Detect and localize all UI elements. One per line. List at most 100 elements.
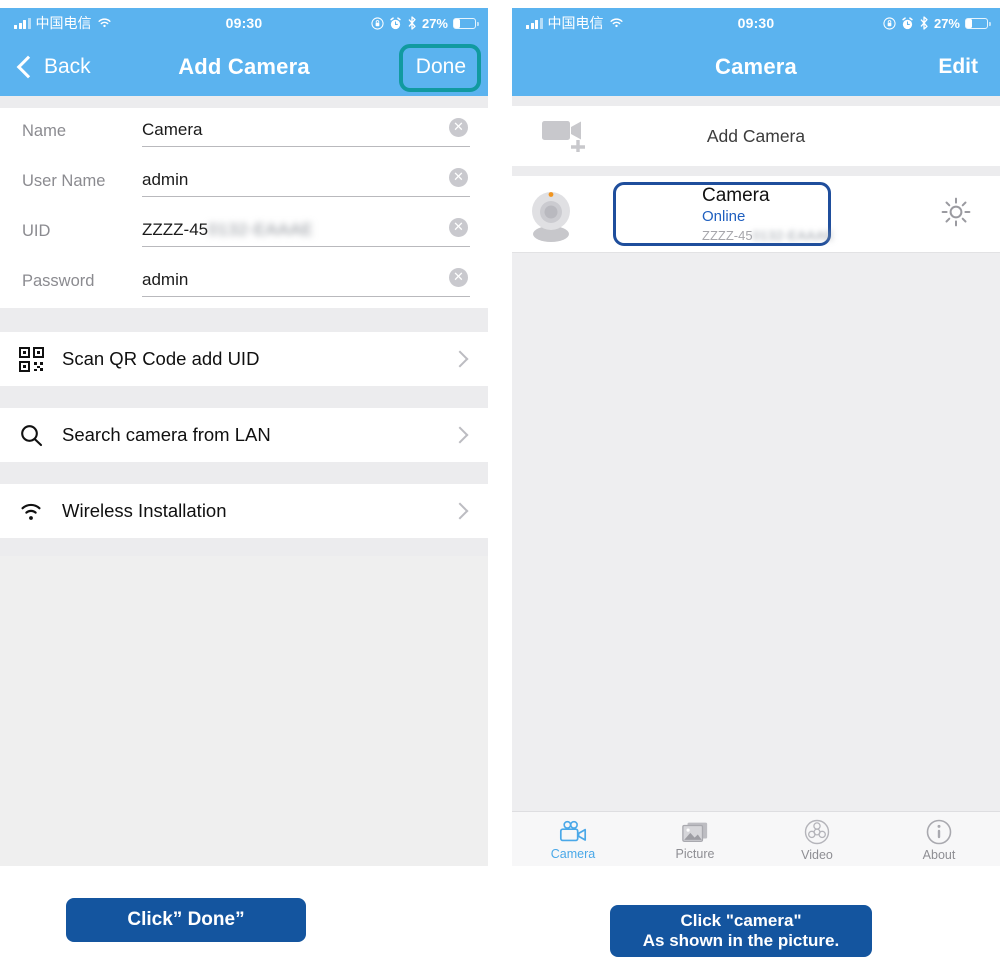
section-spacer	[0, 462, 488, 484]
camera-uid-label: ZZZZ-450132-EAAAE	[702, 227, 835, 244]
battery-percent-label: 27%	[421, 15, 448, 31]
menu-item-label: Search camera from LAN	[62, 424, 271, 445]
add-camera-row[interactable]: Add Camera	[512, 106, 1000, 166]
camera-uid-blurred-part: 0132-EAAAE	[752, 227, 835, 243]
section-spacer	[0, 308, 488, 332]
page-title: Camera	[715, 54, 797, 79]
wifi-icon	[0, 500, 62, 522]
form-row-password: Password admin ✕	[0, 258, 488, 308]
tab-label: Camera	[550, 846, 596, 861]
info-icon	[926, 819, 952, 844]
battery-percent-label: 27%	[933, 15, 960, 31]
tab-picture[interactable]: Picture	[634, 812, 756, 866]
section-spacer	[512, 96, 1000, 106]
section-spacer	[0, 386, 488, 408]
screenshot-stage: 中国电信 09:30 27% Back Add Camera Done Name…	[0, 0, 1000, 975]
camera-info: Camera Online ZZZZ-450132-EAAAE	[590, 185, 834, 244]
name-input[interactable]: Camera	[142, 108, 470, 140]
bluetooth-icon	[920, 16, 928, 30]
callout-right-line1: Click "camera"	[680, 910, 802, 930]
left-nav-bar: Back Add Camera Done	[0, 38, 488, 96]
battery-icon	[965, 17, 991, 29]
alarm-clock-icon	[390, 16, 401, 29]
section-spacer	[0, 96, 488, 108]
callout-click-done: Click” Done”	[66, 898, 306, 942]
rotation-lock-icon	[371, 16, 384, 30]
done-button[interactable]: Done	[416, 38, 488, 96]
webcam-icon	[512, 185, 590, 243]
password-field-label: Password	[22, 272, 95, 290]
status-bar-right-group: 27%	[883, 8, 991, 38]
status-bar-right-group: 27%	[371, 8, 479, 38]
battery-icon	[453, 17, 479, 29]
camera-form: Name Camera ✕ User Name admin ✕ UID ZZZZ…	[0, 108, 488, 308]
tab-video[interactable]: Video	[756, 812, 878, 866]
tab-label: Video	[801, 847, 833, 862]
done-button-label: Done	[415, 55, 466, 78]
camera-uid-visible-part: ZZZZ-45	[702, 227, 753, 243]
menu-item-label: Wireless Installation	[62, 500, 227, 521]
callout-click-camera: Click "camera" As shown in the picture.	[610, 905, 872, 957]
tab-about[interactable]: About	[878, 812, 1000, 866]
status-bar-left: 中国电信 09:30 27%	[0, 8, 488, 38]
clear-circle-icon[interactable]: ✕	[449, 218, 468, 237]
gear-icon[interactable]	[940, 196, 972, 233]
menu-item-label: Scan QR Code add UID	[62, 348, 260, 369]
uid-visible-part: ZZZZ-45	[142, 220, 209, 239]
camera-list-body	[512, 253, 1000, 811]
menu-item-wireless-installation[interactable]: Wireless Installation	[0, 484, 488, 538]
form-row-uid: UID ZZZZ-450132-EAAAE ✕	[0, 208, 488, 258]
chevron-right-icon	[451, 426, 469, 444]
uid-field-wrap[interactable]: ZZZZ-450132-EAAAE ✕	[142, 208, 470, 247]
tab-camera[interactable]: Camera	[512, 812, 634, 866]
camera-status-label: Online	[702, 207, 746, 225]
camcorder-icon	[559, 820, 587, 841]
edit-button-label: Edit	[938, 55, 978, 78]
menu-item-scan-qr[interactable]: Scan QR Code add UID	[0, 332, 488, 386]
search-icon	[0, 423, 62, 448]
left-empty-area	[0, 556, 488, 866]
right-nav-bar: Camera Edit	[512, 38, 1000, 96]
uid-blurred-part: 0132-EAAAE	[208, 220, 314, 239]
right-phone-screen: 中国电信 09:30 27% Camera Edit Add Camera Ca…	[512, 8, 1000, 866]
left-phone-screen: 中国电信 09:30 27% Back Add Camera Done Name…	[0, 8, 488, 866]
password-field-wrap[interactable]: admin ✕	[142, 258, 470, 297]
section-spacer	[512, 166, 1000, 176]
bottom-tab-bar: Camera Picture Video About	[512, 811, 1000, 866]
edit-button[interactable]: Edit	[938, 38, 1000, 96]
password-input[interactable]: admin	[142, 258, 470, 290]
section-spacer	[0, 538, 488, 556]
alarm-clock-icon	[902, 16, 913, 29]
chevron-left-icon	[16, 55, 40, 79]
clear-circle-icon[interactable]: ✕	[449, 268, 468, 287]
qr-code-icon	[0, 346, 62, 372]
name-field-label: Name	[22, 122, 67, 140]
camera-list-item[interactable]: Camera Online ZZZZ-450132-EAAAE	[512, 176, 1000, 253]
menu-item-search-lan[interactable]: Search camera from LAN	[0, 408, 488, 462]
film-reel-icon	[804, 819, 830, 844]
name-field-wrap[interactable]: Camera ✕	[142, 108, 470, 147]
callout-right-line2: As shown in the picture.	[642, 931, 840, 950]
username-field-label: User Name	[22, 172, 106, 190]
clear-circle-icon[interactable]: ✕	[449, 168, 468, 187]
add-camera-label: Add Camera	[706, 125, 806, 146]
form-row-name: Name Camera ✕	[0, 108, 488, 158]
back-button-label: Back	[44, 55, 91, 78]
status-bar-right: 中国电信 09:30 27%	[512, 8, 1000, 38]
rotation-lock-icon	[883, 16, 896, 30]
tab-label: About	[922, 847, 956, 862]
camera-name-label: Camera	[702, 184, 770, 206]
chevron-right-icon	[451, 502, 469, 520]
chevron-right-icon	[451, 350, 469, 368]
photos-icon	[682, 822, 708, 842]
uid-field-label: UID	[22, 222, 51, 240]
form-row-username: User Name admin ✕	[0, 158, 488, 208]
username-field-wrap[interactable]: admin ✕	[142, 158, 470, 197]
back-button[interactable]: Back	[0, 55, 91, 79]
tab-label: Picture	[675, 846, 715, 861]
callout-left-text: Click” Done”	[127, 908, 245, 930]
username-input[interactable]: admin	[142, 158, 470, 190]
clear-circle-icon[interactable]: ✕	[449, 118, 468, 137]
bluetooth-icon	[408, 16, 416, 30]
uid-input[interactable]: ZZZZ-450132-EAAAE	[142, 208, 313, 240]
